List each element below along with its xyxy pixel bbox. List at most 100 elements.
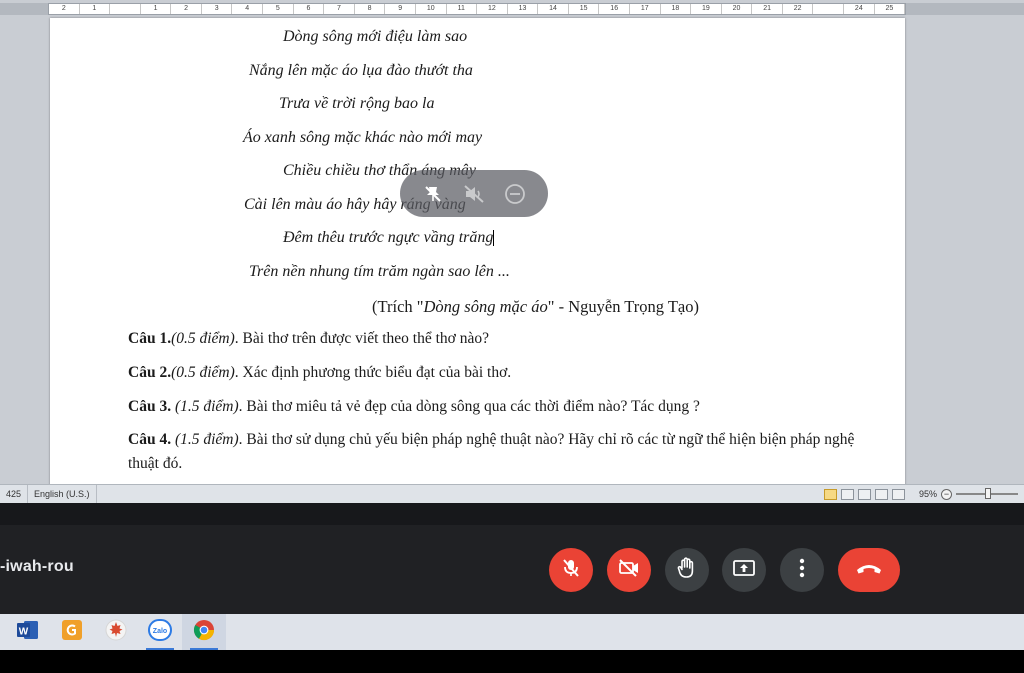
citation-prefix: (Trích " (372, 297, 424, 316)
ruler-mark: 25 (875, 4, 905, 14)
ruler-mark: 2 (49, 4, 80, 14)
maple-icon (104, 618, 128, 647)
text-cursor (493, 230, 495, 247)
ruler-mark: 1 (80, 4, 111, 14)
remove-icon[interactable] (500, 179, 530, 209)
present-screen-button[interactable] (722, 548, 766, 592)
ruler-mark: 2 (171, 4, 202, 14)
poem-line-text: Đêm thêu trước ngực vầng trăng (283, 229, 494, 246)
mic-off-icon (560, 557, 582, 584)
question-text: . Bài thơ trên được viết theo thể thơ nà… (234, 330, 490, 347)
call-end-icon (855, 561, 883, 580)
self-view-status-overlay (400, 170, 548, 217)
word-status-bar: 425 English (U.S.) 95% − (0, 484, 1024, 503)
ruler-mark: 22 (783, 4, 814, 14)
chrome-icon (192, 618, 216, 647)
document-page[interactable]: Dòng sông mới điệu làm sao Nắng lên mặc … (50, 18, 905, 488)
pin-off-icon[interactable] (418, 179, 448, 209)
print-layout-view-button[interactable] (823, 488, 837, 500)
poem-line: Áo xanh sông mặc khác nào mới may (243, 129, 483, 146)
windows-taskbar: W Zalo (0, 614, 1024, 650)
draft-view-button[interactable] (891, 488, 905, 500)
zoom-level[interactable]: 95% (919, 489, 937, 499)
poem-line: Dòng sông mới điệu làm sao (283, 28, 468, 45)
question-text: . Xác định phương thức biểu đạt của bài … (234, 364, 512, 381)
question-4: Câu 4. (1.5 điểm). Bài thơ sử dụng chủ y… (128, 428, 858, 476)
taskbar-maple[interactable] (94, 614, 138, 650)
leave-call-button[interactable] (838, 548, 900, 592)
question-label: Câu 4. (128, 431, 172, 448)
zalo-icon: Zalo (147, 618, 173, 647)
question-3: Câu 3. (1.5 điểm). Bài thơ miêu tả vẻ đẹ… (128, 395, 858, 419)
taskbar-chrome[interactable] (182, 614, 226, 650)
ruler-mark: 10 (416, 4, 447, 14)
citation-suffix: " - Nguyễn Trọng Tạo) (547, 297, 699, 316)
taskbar-slides[interactable] (50, 614, 94, 650)
ruler-margin-right (906, 3, 1024, 15)
slides-icon (60, 618, 84, 647)
taskbar-zalo[interactable]: Zalo (138, 614, 182, 650)
question-points: (0.5 điểm) (171, 364, 235, 381)
horizontal-ruler[interactable]: 2 1 1 2 3 4 5 6 7 8 9 10 11 12 13 14 15 16 17 18 19 20 21 22 24 2… (48, 3, 906, 15)
microphone-toggle-button[interactable] (549, 548, 593, 592)
more-vert-icon (799, 558, 805, 583)
zoom-out-icon[interactable]: − (941, 488, 952, 500)
ruler-mark: 17 (630, 4, 661, 14)
svg-text:W: W (19, 626, 29, 637)
meet-controls-bar: -iwah-rou (0, 525, 1024, 614)
meet-divider (0, 503, 1024, 525)
word-icon: W (16, 619, 40, 646)
poem-line: Đêm thêu trước ngực vầng trăng (283, 229, 495, 247)
taskbar-word[interactable]: W (6, 614, 50, 650)
ruler-mark: 16 (599, 4, 630, 14)
question-2: Câu 2.(0.5 điểm). Xác định phương thức b… (128, 361, 858, 385)
outline-view-button[interactable] (874, 488, 888, 500)
camera-toggle-button[interactable] (607, 548, 651, 592)
ruler-margin-left (0, 3, 48, 15)
citation: (Trích "Dòng sông mặc áo" - Nguyễn Trọng… (372, 297, 699, 317)
question-label: Câu 2. (128, 364, 172, 381)
question-points: (1.5 điểm) (171, 431, 239, 448)
hand-icon (676, 556, 698, 585)
ruler-mark: 6 (294, 4, 325, 14)
zoom-slider-thumb[interactable] (985, 488, 991, 499)
ruler-mark: 24 (844, 4, 875, 14)
volume-off-icon[interactable] (459, 179, 489, 209)
full-screen-reading-view-button[interactable] (840, 488, 854, 500)
question-points: (0.5 điểm) (171, 330, 235, 347)
word-count[interactable]: 425 (0, 485, 29, 503)
ruler-mark: 9 (385, 4, 416, 14)
question-1: Câu 1.(0.5 điểm). Bài thơ trên được viết… (128, 327, 858, 351)
web-layout-view-button[interactable] (857, 488, 871, 500)
ruler-mark: 18 (661, 4, 692, 14)
camera-off-icon (617, 557, 641, 584)
question-label: Câu 3. (128, 398, 172, 415)
question-text: . Bài thơ miêu tả vẻ đẹp của dòng sông q… (238, 398, 700, 415)
ruler-mark: 5 (263, 4, 294, 14)
raise-hand-button[interactable] (665, 548, 709, 592)
ruler-mark: 20 (722, 4, 753, 14)
ruler-mark: 7 (324, 4, 355, 14)
ruler-mark: 4 (232, 4, 264, 14)
present-to-all-icon (732, 557, 756, 584)
ruler-mark: 13 (508, 4, 539, 14)
ruler-mark (110, 4, 141, 14)
zalo-label: Zalo (153, 628, 167, 635)
poem-line: Nắng lên mặc áo lụa đào thướt tha (249, 62, 473, 79)
ruler-mark: 1 (141, 4, 172, 14)
language-indicator[interactable]: English (U.S.) (28, 485, 97, 503)
ruler-mark: 11 (447, 4, 478, 14)
zoom-slider[interactable] (956, 488, 1018, 499)
word-document-area: 2 1 1 2 3 4 5 6 7 8 9 10 11 12 13 14 15 16 17 18 19 20 21 22 24 2… (0, 0, 1024, 503)
ruler-mark: 14 (538, 4, 569, 14)
question-points: (1.5 điểm) (171, 398, 239, 415)
screen: 2 1 1 2 3 4 5 6 7 8 9 10 11 12 13 14 15 16 17 18 19 20 21 22 24 2… (0, 0, 1024, 673)
ruler-mark (813, 4, 845, 14)
ruler-mark: 12 (477, 4, 508, 14)
more-options-button[interactable] (780, 548, 824, 592)
ruler-mark: 15 (569, 4, 600, 14)
poem-line: Trên nền nhung tím trăm ngàn sao lên ... (249, 263, 510, 280)
meeting-code: -iwah-rou (0, 558, 74, 575)
ruler-mark: 21 (752, 4, 783, 14)
status-right-group: 95% − (823, 485, 1024, 503)
